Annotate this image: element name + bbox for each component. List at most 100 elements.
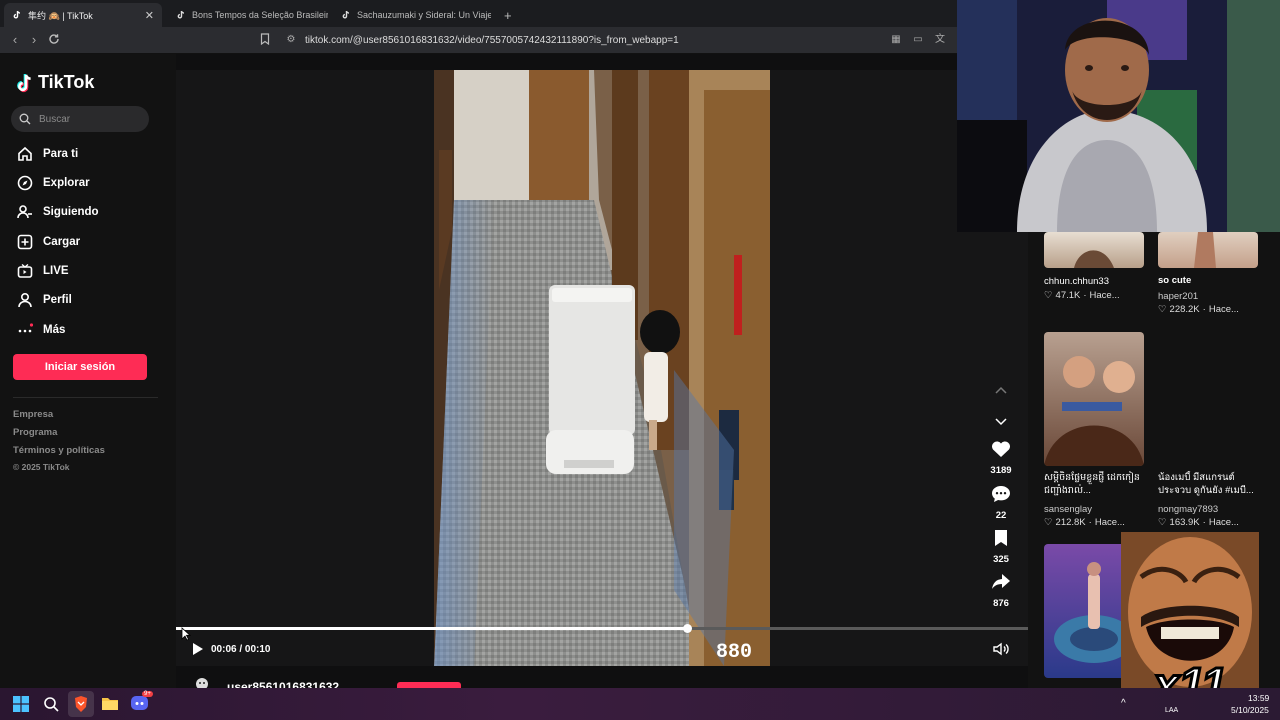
comment-button[interactable]: 22: [990, 485, 1012, 521]
like-count: 3189: [990, 465, 1012, 476]
related-when: Hace...: [1094, 517, 1125, 528]
search-box[interactable]: [11, 106, 149, 132]
related-thumbnail[interactable]: [1044, 332, 1144, 466]
clock-date[interactable]: 5/10/2025: [1231, 705, 1269, 715]
windows-start-icon[interactable]: [13, 696, 29, 717]
search-icon: [19, 113, 31, 125]
heart-outline-icon: ♡: [1044, 517, 1053, 528]
related-author[interactable]: sansenglay: [1044, 504, 1092, 515]
related-thumbnail[interactable]: [1158, 232, 1258, 268]
like-button[interactable]: 3189: [990, 440, 1012, 476]
related-when: Hace...: [1089, 290, 1120, 301]
nav-live[interactable]: LIVE: [16, 261, 69, 281]
copyright-text: © 2025 TikTok: [13, 462, 70, 472]
previous-video-button[interactable]: [990, 385, 1012, 398]
upload-icon: [16, 234, 33, 251]
new-tab-button[interactable]: +: [496, 3, 516, 27]
chevron-down-icon: [995, 418, 1007, 426]
bookmark-icon: [995, 530, 1007, 546]
heart-outline-icon: ♡: [1158, 304, 1167, 315]
related-when: Hace...: [1208, 304, 1239, 315]
url-text[interactable]: tiktok.com/@user8561016831632/video/7557…: [305, 35, 679, 46]
tiktok-logo-icon: [17, 73, 31, 92]
profile-icon: [16, 292, 33, 309]
save-button[interactable]: 325: [990, 529, 1012, 565]
video-progress-bar[interactable]: [176, 624, 1028, 633]
related-likes: 228.2K: [1169, 304, 1200, 315]
nav-label: Perfil: [43, 294, 72, 306]
taskbar-brave-active[interactable]: [68, 691, 94, 717]
tiktok-logo[interactable]: TikTok: [16, 72, 94, 93]
reader-mode-icon[interactable]: ▦: [889, 33, 903, 47]
search-input[interactable]: [39, 113, 139, 125]
tab-label: 隼约 🙉 | TikTok: [28, 10, 93, 21]
related-when: Hace...: [1208, 517, 1239, 528]
video-progress-fill: [176, 627, 688, 630]
video-frame[interactable]: 880: [434, 70, 770, 666]
site-info-icon[interactable]: ⚙: [284, 33, 298, 47]
tab-tiktok[interactable]: 隼约 🙉 | TikTok ✕: [4, 3, 162, 27]
dot-separator: ·: [1083, 290, 1087, 301]
tab-bons-tempos[interactable]: Bons Tempos da Seleção Brasileira de: [168, 3, 328, 27]
discord-icon[interactable]: 9+: [131, 691, 153, 716]
nav-label: Cargar: [43, 236, 81, 248]
home-icon: [16, 146, 33, 163]
dot-separator: ·: [1202, 517, 1206, 528]
volume-button[interactable]: [993, 642, 1009, 661]
related-likes: 212.8K: [1055, 517, 1086, 528]
related-author[interactable]: haper201: [1158, 291, 1198, 302]
tab-sachauzumaki[interactable]: Sachauzumaki y Sideral: Un Viaje Cre: [333, 3, 491, 27]
back-icon[interactable]: ‹: [8, 33, 22, 47]
close-tab-icon[interactable]: ✕: [145, 9, 154, 22]
sidebar-divider: [13, 397, 158, 398]
file-explorer-icon[interactable]: [101, 696, 119, 716]
tiktok-favicon-icon: [12, 10, 22, 20]
forward-icon[interactable]: ›: [27, 33, 41, 47]
dot-separator: ·: [1088, 517, 1092, 528]
tray-expand-icon[interactable]: ^: [1121, 698, 1126, 709]
login-button[interactable]: Iniciar sesión: [13, 354, 147, 380]
footer-link-terminos[interactable]: Términos y políticas: [13, 445, 105, 456]
nav-cargar[interactable]: Cargar: [16, 232, 80, 252]
more-icon: [16, 322, 33, 339]
nav-explorar[interactable]: Explorar: [16, 173, 90, 193]
nav-siguiendo[interactable]: Siguiendo: [16, 202, 99, 222]
reload-icon[interactable]: [47, 33, 61, 47]
related-thumbnail[interactable]: [1044, 232, 1144, 268]
play-button[interactable]: [192, 642, 204, 661]
related-title[interactable]: សម្តិចិនផ្លែមខ្លួនផ្ញី ដេកកៀនជញ្ជាំងរាល់…: [1044, 471, 1154, 499]
related-stats: ♡ 228.2K · Hace...: [1158, 304, 1239, 315]
related-stats: ♡ 47.1K · Hace...: [1044, 290, 1120, 301]
dot-separator: ·: [1202, 304, 1206, 315]
logo-text: TikTok: [38, 72, 95, 92]
nav-label: Más: [43, 324, 66, 336]
share-button[interactable]: 876: [990, 573, 1012, 609]
related-title[interactable]: so cute: [1158, 275, 1191, 286]
heart-icon: [992, 441, 1010, 457]
nav-para-ti[interactable]: Para ti: [16, 144, 78, 164]
author-username[interactable]: user8561016831632: [227, 680, 339, 688]
laughing-meme-overlay-image: x11: [1121, 532, 1259, 708]
nav-mas[interactable]: Más: [16, 320, 65, 340]
cast-icon[interactable]: ▭: [911, 33, 925, 47]
footer-link-programa[interactable]: Programa: [13, 427, 57, 438]
clock-time[interactable]: 13:59: [1248, 693, 1269, 703]
tiktok-favicon-icon: [341, 10, 351, 20]
related-author[interactable]: chhun.chhun33: [1044, 276, 1109, 287]
related-title[interactable]: น้องเมบี้ มีสแกรนต์ ประจวบ ดูกันยัง #เมบ…: [1158, 471, 1258, 499]
translate-icon[interactable]: 文: [933, 33, 947, 47]
video-overlay-code: 880: [716, 641, 752, 664]
footer-link-empresa[interactable]: Empresa: [13, 409, 53, 420]
windows-taskbar: 9+ ^ LAA 13:59 5/10/2025: [0, 688, 1280, 720]
following-icon: [16, 204, 33, 221]
keyboard-lang[interactable]: LAA: [1165, 707, 1178, 714]
bookmark-icon[interactable]: [258, 33, 272, 47]
next-video-button[interactable]: [990, 414, 1012, 432]
nav-label: LIVE: [43, 265, 69, 277]
nav-perfil[interactable]: Perfil: [16, 290, 72, 310]
related-author[interactable]: nongmay7893: [1158, 504, 1218, 515]
play-icon: [193, 643, 203, 655]
share-count: 876: [993, 598, 1009, 609]
related-stats: ♡ 163.9K · Hace...: [1158, 517, 1239, 528]
taskbar-search-icon[interactable]: [43, 696, 59, 717]
